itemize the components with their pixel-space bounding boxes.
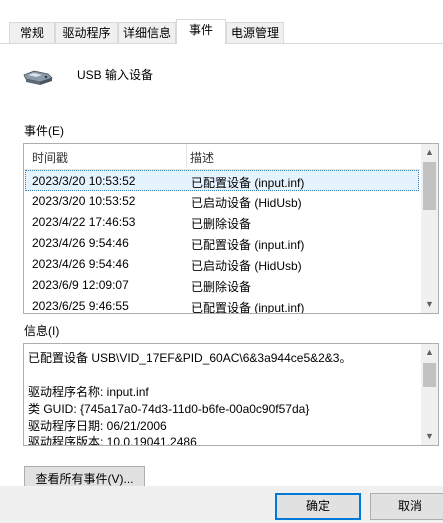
- event-description: 已配置设备 (input.inf): [191, 176, 305, 190]
- event-timestamp: 2023/6/25 9:46:55: [32, 299, 129, 313]
- device-name: USB 输入设备: [77, 68, 154, 82]
- info-line: 驱动程序名称: input.inf: [28, 385, 149, 399]
- event-row[interactable]: 2023/6/25 9:46:55 已配置设备 (input.inf): [25, 296, 419, 313]
- event-timestamp: 2023/4/26 9:54:46: [32, 257, 129, 271]
- event-description: 已启动设备 (HidUsb): [191, 259, 302, 273]
- tab-details[interactable]: 详细信息: [118, 22, 176, 43]
- event-row[interactable]: 2023/3/20 10:53:52 已配置设备 (input.inf): [25, 170, 419, 191]
- info-textbox[interactable]: 已配置设备 USB\VID_17EF&PID_60AC\6&3a944ce5&2…: [23, 343, 439, 446]
- scroll-down-arrow-icon[interactable]: ▼: [421, 428, 438, 445]
- events-scrollbar-thumb[interactable]: [423, 162, 436, 210]
- event-description: 已配置设备 (input.inf): [191, 301, 305, 313]
- events-list-header: 时间戳 描述: [24, 144, 420, 170]
- usb-device-icon: [23, 70, 53, 85]
- event-row[interactable]: 2023/6/9 12:09:07 已删除设备: [25, 275, 419, 296]
- tab-general[interactable]: 常规: [9, 22, 55, 43]
- column-divider[interactable]: [186, 144, 187, 168]
- events-label: 事件(E): [24, 124, 64, 138]
- event-description: 已删除设备: [191, 217, 252, 231]
- cancel-button[interactable]: 取消: [370, 493, 443, 520]
- event-timestamp: 2023/3/20 10:53:52: [32, 194, 136, 208]
- info-line: 驱动程序版本: 10.0.19041.2486: [28, 435, 197, 445]
- info-line: 驱动程序日期: 06/21/2006: [28, 419, 167, 433]
- event-timestamp: 2023/6/9 12:09:07: [32, 278, 129, 292]
- event-description: 已删除设备: [191, 280, 252, 294]
- column-header-description[interactable]: 描述: [190, 149, 214, 166]
- events-scrollbar[interactable]: ▲ ▼: [421, 144, 438, 313]
- event-description: 已启动设备 (HidUsb): [191, 196, 302, 210]
- view-all-events-button[interactable]: 查看所有事件(V)...: [24, 466, 145, 486]
- scroll-up-arrow-icon[interactable]: ▲: [421, 144, 438, 161]
- tab-power-management[interactable]: 电源管理: [226, 22, 284, 43]
- scroll-up-arrow-icon[interactable]: ▲: [421, 344, 438, 361]
- tab-driver[interactable]: 驱动程序: [55, 22, 118, 43]
- event-timestamp: 2023/4/22 17:46:53: [32, 215, 136, 229]
- tab-events[interactable]: 事件: [176, 19, 226, 44]
- info-label: 信息(I): [24, 324, 60, 338]
- info-line: 类 GUID: {745a17a0-74d3-11d0-b6fe-00a0c90…: [28, 402, 310, 416]
- info-line: 已配置设备 USB\VID_17EF&PID_60AC\6&3a944ce5&2…: [28, 351, 352, 365]
- event-description: 已配置设备 (input.inf): [191, 238, 305, 252]
- ok-button[interactable]: 确定: [275, 493, 361, 520]
- event-row[interactable]: 2023/3/20 10:53:52 已启动设备 (HidUsb): [25, 191, 419, 212]
- event-row[interactable]: 2023/4/26 9:54:46 已配置设备 (input.inf): [25, 233, 419, 254]
- event-row[interactable]: 2023/4/26 9:54:46 已启动设备 (HidUsb): [25, 254, 419, 275]
- info-scrollbar[interactable]: ▲ ▼: [421, 344, 438, 445]
- events-list[interactable]: 时间戳 描述 2023/3/20 10:53:52 已配置设备 (input.i…: [23, 143, 439, 314]
- scroll-down-arrow-icon[interactable]: ▼: [421, 296, 438, 313]
- event-timestamp: 2023/4/26 9:54:46: [32, 236, 129, 250]
- column-header-timestamp[interactable]: 时间戳: [32, 149, 68, 166]
- info-scrollbar-thumb[interactable]: [423, 363, 436, 387]
- event-row[interactable]: 2023/4/22 17:46:53 已删除设备: [25, 212, 419, 233]
- event-timestamp: 2023/3/20 10:53:52: [32, 174, 136, 188]
